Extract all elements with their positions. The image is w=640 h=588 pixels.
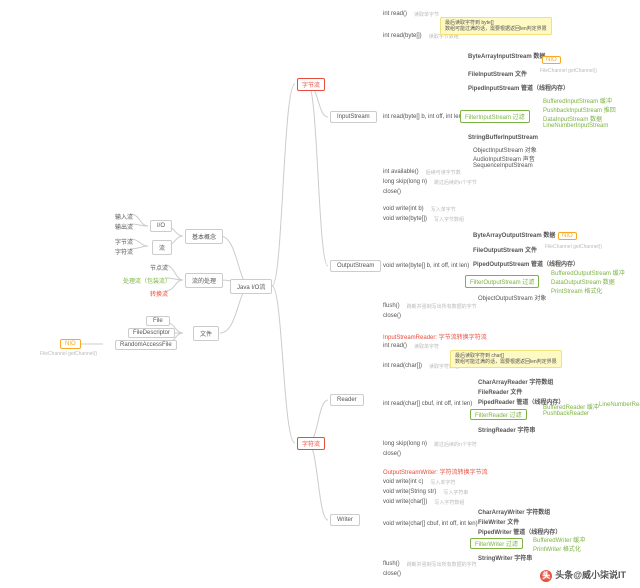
group-handle[interactable]: 流的处理 bbox=[185, 273, 223, 288]
rd-fil[interactable]: FilterReader 过滤 bbox=[470, 409, 527, 420]
is-m4: int available() bbox=[380, 168, 422, 176]
os-m3: void write(byte[] b, int off, int len) bbox=[380, 262, 472, 270]
root-node[interactable]: Java I/O流 bbox=[230, 279, 272, 294]
inputstream[interactable]: InputStream bbox=[330, 111, 377, 123]
rd-m1: int read() bbox=[380, 342, 410, 350]
wr-m1: void write(int c) bbox=[380, 478, 426, 486]
outputstream[interactable]: OutputStream bbox=[330, 260, 381, 272]
is-pi: PipedInputStream 管道（线程内存） bbox=[465, 82, 572, 93]
stream-char: 字符流 bbox=[112, 246, 136, 257]
group-basic[interactable]: 基本概念 bbox=[185, 229, 223, 244]
rd-fil-line: LineNumberReader bbox=[596, 401, 640, 409]
rd-m3: int read(char[] cbuf, int off, int len) bbox=[380, 400, 475, 408]
is-ba: ByteArrayInputStream 数据 bbox=[465, 50, 548, 61]
is-m3: int read(byte[] b, int off, int len) bbox=[380, 113, 467, 121]
os-fil[interactable]: FilterOutputStream 过滤 bbox=[465, 275, 539, 288]
writer[interactable]: Writer bbox=[330, 514, 360, 526]
rd-sr: StringReader 字符串 bbox=[475, 424, 538, 435]
wr-sw: StringWriter 字符串 bbox=[475, 552, 535, 563]
io-node[interactable]: I/O bbox=[150, 220, 172, 232]
handle-proc: 处理流（包装流） bbox=[120, 275, 174, 286]
nio-fi[interactable]: NIO bbox=[542, 56, 561, 64]
char-node[interactable]: 字符流 bbox=[297, 437, 325, 450]
os-oo: ObjectOutputStream 对象 bbox=[475, 292, 549, 303]
nio-fo[interactable]: NIO bbox=[558, 232, 577, 240]
is-m6: close() bbox=[380, 188, 404, 196]
nio-fo-sub: FileChannel getChannel() bbox=[545, 244, 602, 250]
is-m2: int read(byte[]) bbox=[380, 32, 425, 40]
os-m1: void write(int b) bbox=[380, 205, 427, 213]
watermark: 头头条@威小柒说IT bbox=[540, 568, 626, 582]
io-out: 输出流 bbox=[112, 221, 136, 232]
os-m2: void write(byte[]) bbox=[380, 215, 430, 223]
reader[interactable]: Reader bbox=[330, 394, 364, 406]
is-si: SequenceInputStream bbox=[470, 162, 536, 170]
file-fd[interactable]: FileDescriptor bbox=[128, 328, 175, 338]
is-m1: int read() bbox=[380, 10, 410, 18]
file-raf[interactable]: RandomAccessFile bbox=[115, 340, 177, 350]
stream-node[interactable]: 流 bbox=[152, 240, 172, 255]
os-fil-ps: PrintStream 格式化 bbox=[548, 285, 605, 296]
wr-m4: void write(char[] cbuf, int off, int len… bbox=[380, 520, 481, 528]
wr-hdr: OutputStreamWriter: 字符流转换字节流 bbox=[380, 466, 491, 477]
rd-hdr: InputStreamReader: 字节流转换字符流 bbox=[380, 331, 490, 342]
rd-m6: close() bbox=[380, 450, 404, 458]
wr-fil-print: PrintWriter 格式化 bbox=[530, 543, 584, 554]
is-m5: long skip(long n) bbox=[380, 178, 430, 186]
rd-note: 最后读取字符到 char[]数组可能过满的话，需要根据返回len判定界限 bbox=[450, 350, 562, 368]
handle-conv: 转换流 bbox=[147, 288, 171, 299]
wr-fil[interactable]: FilterWriter 过滤 bbox=[470, 538, 523, 549]
wr-m5: flush() bbox=[380, 560, 403, 568]
os-m4: flush() bbox=[380, 302, 403, 310]
os-m5: close() bbox=[380, 312, 404, 320]
rd-m2: int read(char[]) bbox=[380, 362, 425, 370]
file-file[interactable]: File bbox=[146, 316, 170, 326]
wr-m6: close() bbox=[380, 570, 404, 578]
nio-left-sub: FileChannel getChannel() bbox=[40, 351, 97, 357]
wr-m2: void write(String str) bbox=[380, 488, 439, 496]
nio-left[interactable]: NIO bbox=[60, 339, 81, 349]
byte-node[interactable]: 字节流 bbox=[297, 78, 325, 91]
is-fil[interactable]: FilterInputStream 过滤 bbox=[460, 110, 530, 123]
nio-fi-sub: FileChannel getChannel() bbox=[540, 68, 597, 74]
is-fi: FileInputStream 文件 bbox=[465, 68, 530, 79]
rd-fil-push: PushbackReader bbox=[540, 410, 592, 418]
is-sbi: StringBufferInputStream bbox=[465, 134, 541, 142]
rd-m5: long skip(long n) bbox=[380, 440, 430, 448]
os-fo: FileOutputStream 文件 bbox=[470, 244, 540, 255]
toutiao-icon: 头 bbox=[540, 570, 552, 582]
is-note: 最后读取字符到 byte[]数组可能过满的话，需要根据返回len判定界限 bbox=[440, 17, 552, 35]
handle-node: 节点流 bbox=[147, 262, 171, 273]
os-ba: ByteArrayOutputStream 数据 bbox=[470, 229, 558, 240]
wr-m3: void write(char[]) bbox=[380, 498, 430, 506]
group-file[interactable]: 文件 bbox=[193, 326, 219, 341]
is-fil-line: LineNumberInputStream bbox=[540, 122, 611, 130]
